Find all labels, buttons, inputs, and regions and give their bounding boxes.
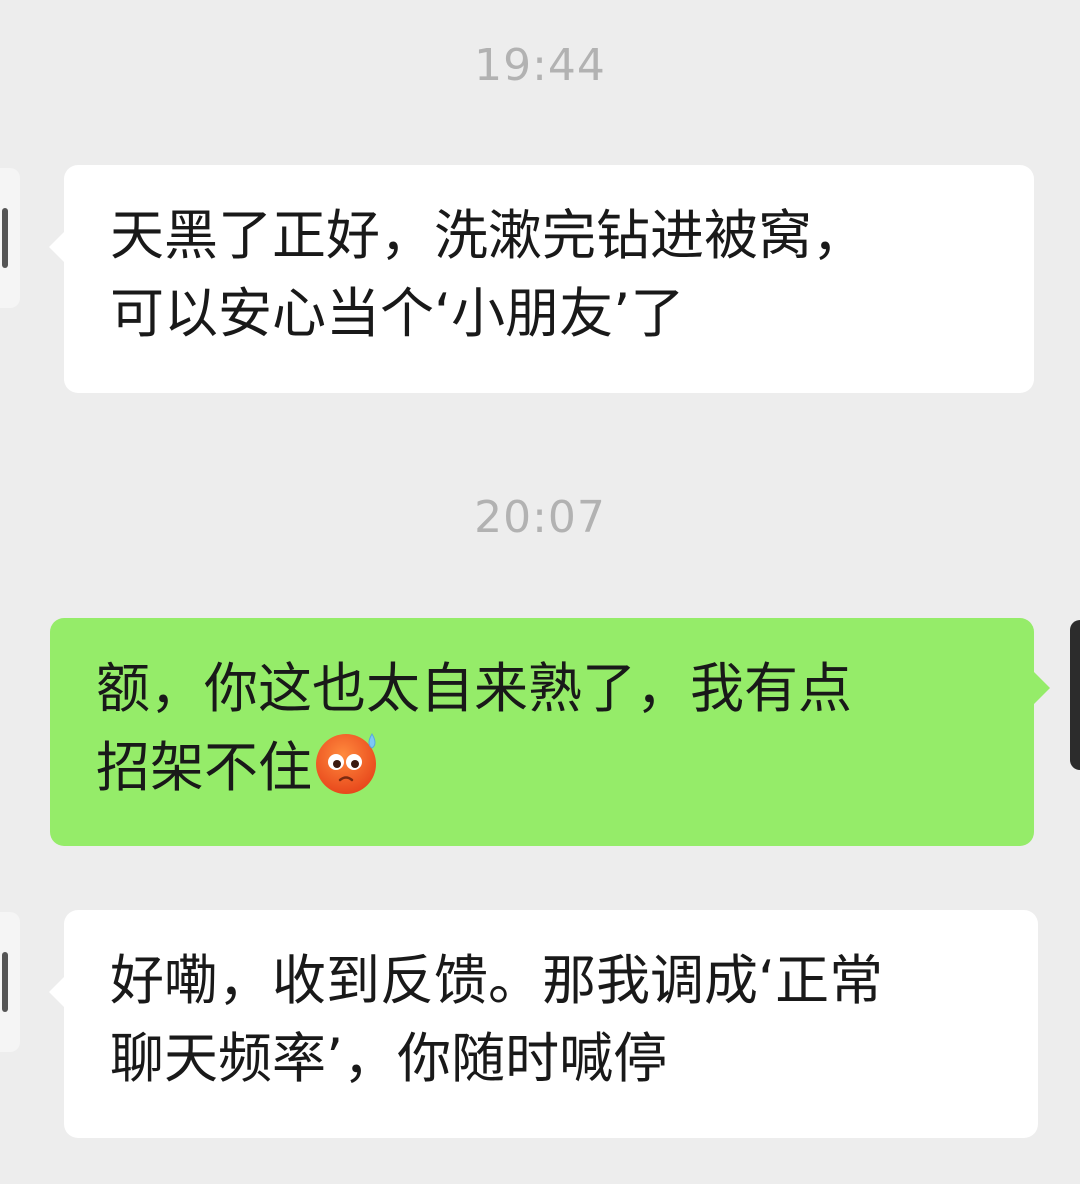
message-text-line: 聊天频率’，你随时喊停 [110, 1027, 668, 1090]
chat-area: 19:44 天黑了正好，洗漱完钻进被窝， 可以安心当个‘小朋友’了 20:07 … [0, 0, 1080, 1184]
message-text-line: 天黑了正好，洗漱完钻进被窝， [110, 204, 866, 267]
message-text-line: 招架不住 [96, 728, 994, 807]
message-text-fragment: 招架不住 [96, 736, 312, 799]
message-text-line: 好嘞，收到反馈。那我调成‘正常 [110, 949, 884, 1012]
avatar-image [2, 952, 8, 1012]
timestamp: 19:44 [474, 40, 606, 91]
message-text-line: 可以安心当个‘小朋友’了 [110, 282, 685, 345]
contact-avatar[interactable] [0, 168, 20, 308]
incoming-message-bubble[interactable]: 天黑了正好，洗漱完钻进被窝， 可以安心当个‘小朋友’了 [49, 165, 1034, 393]
outgoing-message-bubble[interactable]: 额，你这也太自来熟了，我有点 招架不住 [50, 618, 1050, 846]
timestamp: 20:07 [474, 492, 606, 543]
avatar-image [2, 208, 8, 268]
message-text-line: 额，你这也太自来熟了，我有点 [96, 657, 852, 720]
my-avatar[interactable] [1070, 620, 1080, 770]
contact-avatar[interactable] [0, 912, 20, 1052]
incoming-message-bubble[interactable]: 好嘞，收到反馈。那我调成‘正常 聊天频率’，你随时喊停 [49, 910, 1038, 1138]
cold-sweat-face-icon [316, 733, 376, 794]
